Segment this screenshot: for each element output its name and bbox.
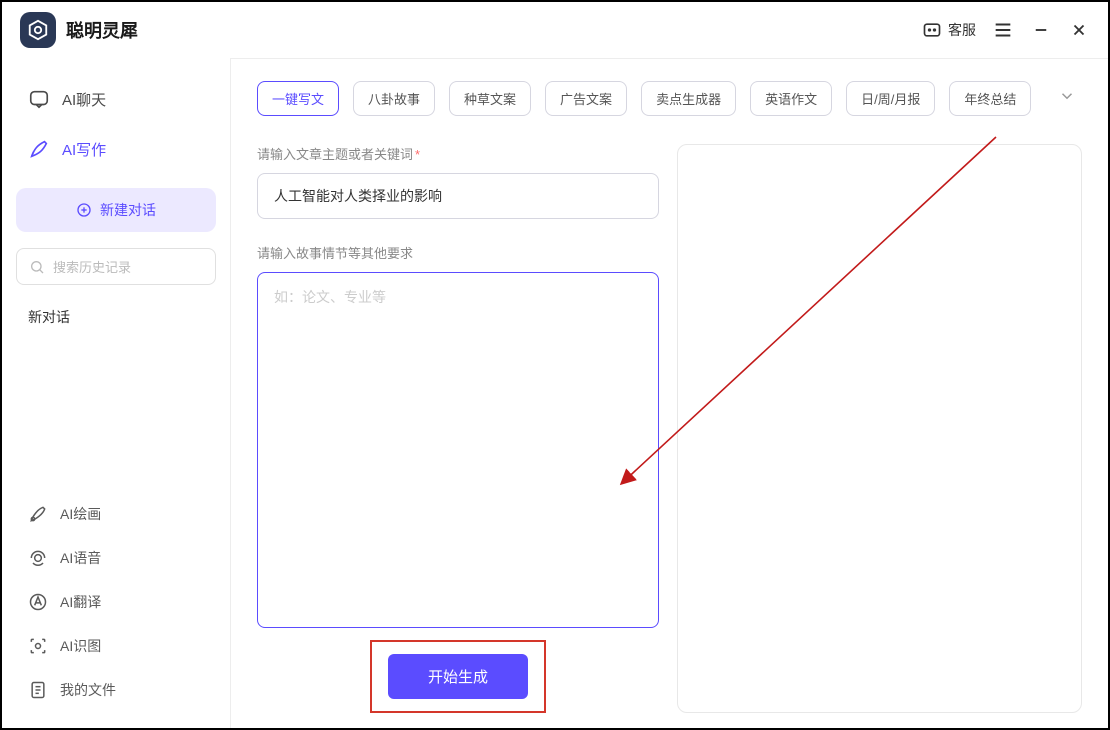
support-label: 客服 (948, 20, 976, 40)
write-label: AI写作 (62, 139, 106, 160)
ocr-label: AI识图 (60, 636, 101, 656)
files-label: 我的文件 (60, 680, 116, 700)
generate-highlight-box: 开始生成 (370, 640, 546, 713)
input-column: 请输入文章主题或者关键词* 请输入故事情节等其他要求 开始生成 (257, 144, 659, 713)
plus-circle-icon (76, 202, 92, 218)
minimize-button[interactable] (1030, 19, 1052, 41)
tab-1[interactable]: 八卦故事 (353, 81, 435, 116)
sidebar-tool-voice[interactable]: AI语音 (12, 536, 220, 580)
paint-icon (28, 504, 48, 524)
support-icon (922, 20, 942, 40)
support-button[interactable]: 客服 (922, 20, 976, 40)
search-placeholder: 搜索历史记录 (53, 257, 131, 276)
sidebar: AI聊天 AI写作 新建对话 搜索历史记录 新对话 AI绘画 AI语音 AI翻译 (2, 58, 230, 728)
sidebar-tool-files[interactable]: 我的文件 (12, 668, 220, 712)
app-logo (20, 12, 56, 48)
tab-6[interactable]: 日/周/月报 (846, 81, 935, 116)
titlebar-left: 聪明灵犀 (20, 12, 138, 48)
menu-button[interactable] (992, 19, 1014, 41)
chevron-down-icon (1058, 87, 1076, 105)
minimize-icon (1032, 21, 1050, 39)
tab-expand-button[interactable] (1052, 81, 1082, 116)
main: 一键写文 八卦故事 种草文案 广告文案 卖点生成器 英语作文 日/周/月报 年终… (230, 58, 1108, 728)
requirements-label: 请输入故事情节等其他要求 (257, 243, 659, 262)
new-chat-button[interactable]: 新建对话 (16, 188, 216, 232)
sidebar-tool-ocr[interactable]: AI识图 (12, 624, 220, 668)
generate-button[interactable]: 开始生成 (388, 654, 528, 699)
voice-label: AI语音 (60, 548, 101, 568)
tab-3[interactable]: 广告文案 (545, 81, 627, 116)
topic-label: 请输入文章主题或者关键词* (257, 144, 659, 163)
close-icon (1070, 21, 1088, 39)
close-button[interactable] (1068, 19, 1090, 41)
required-mark: * (415, 147, 420, 162)
ocr-icon (28, 636, 48, 656)
history-item[interactable]: 新对话 (12, 293, 220, 341)
sidebar-item-write[interactable]: AI写作 (12, 124, 220, 174)
translate-label: AI翻译 (60, 592, 101, 612)
content-row: 请输入文章主题或者关键词* 请输入故事情节等其他要求 开始生成 (257, 144, 1082, 713)
chat-label: AI聊天 (62, 89, 106, 110)
titlebar: 聪明灵犀 客服 (2, 2, 1108, 58)
app-title: 聪明灵犀 (66, 17, 138, 43)
sidebar-spacer (12, 341, 220, 492)
tab-row: 一键写文 八卦故事 种草文案 广告文案 卖点生成器 英语作文 日/周/月报 年终… (257, 81, 1082, 116)
titlebar-right: 客服 (922, 19, 1090, 41)
requirements-textarea[interactable] (257, 272, 659, 628)
tab-4[interactable]: 卖点生成器 (641, 81, 736, 116)
write-icon (28, 138, 50, 160)
tab-7[interactable]: 年终总结 (949, 81, 1031, 116)
paint-label: AI绘画 (60, 504, 101, 524)
menu-icon (992, 19, 1014, 41)
search-icon (29, 259, 45, 275)
tab-5[interactable]: 英语作文 (750, 81, 832, 116)
sidebar-item-chat[interactable]: AI聊天 (12, 74, 220, 124)
files-icon (28, 680, 48, 700)
chat-icon (28, 88, 50, 110)
tab-0[interactable]: 一键写文 (257, 81, 339, 116)
new-chat-label: 新建对话 (100, 200, 156, 220)
topic-input[interactable] (257, 173, 659, 219)
search-input[interactable]: 搜索历史记录 (16, 248, 216, 285)
sidebar-tool-translate[interactable]: AI翻译 (12, 580, 220, 624)
sidebar-tool-paint[interactable]: AI绘画 (12, 492, 220, 536)
voice-icon (28, 548, 48, 568)
tab-2[interactable]: 种草文案 (449, 81, 531, 116)
layout: AI聊天 AI写作 新建对话 搜索历史记录 新对话 AI绘画 AI语音 AI翻译 (2, 58, 1108, 728)
translate-icon (28, 592, 48, 612)
output-panel (677, 144, 1082, 713)
generate-wrap: 开始生成 (257, 640, 659, 713)
